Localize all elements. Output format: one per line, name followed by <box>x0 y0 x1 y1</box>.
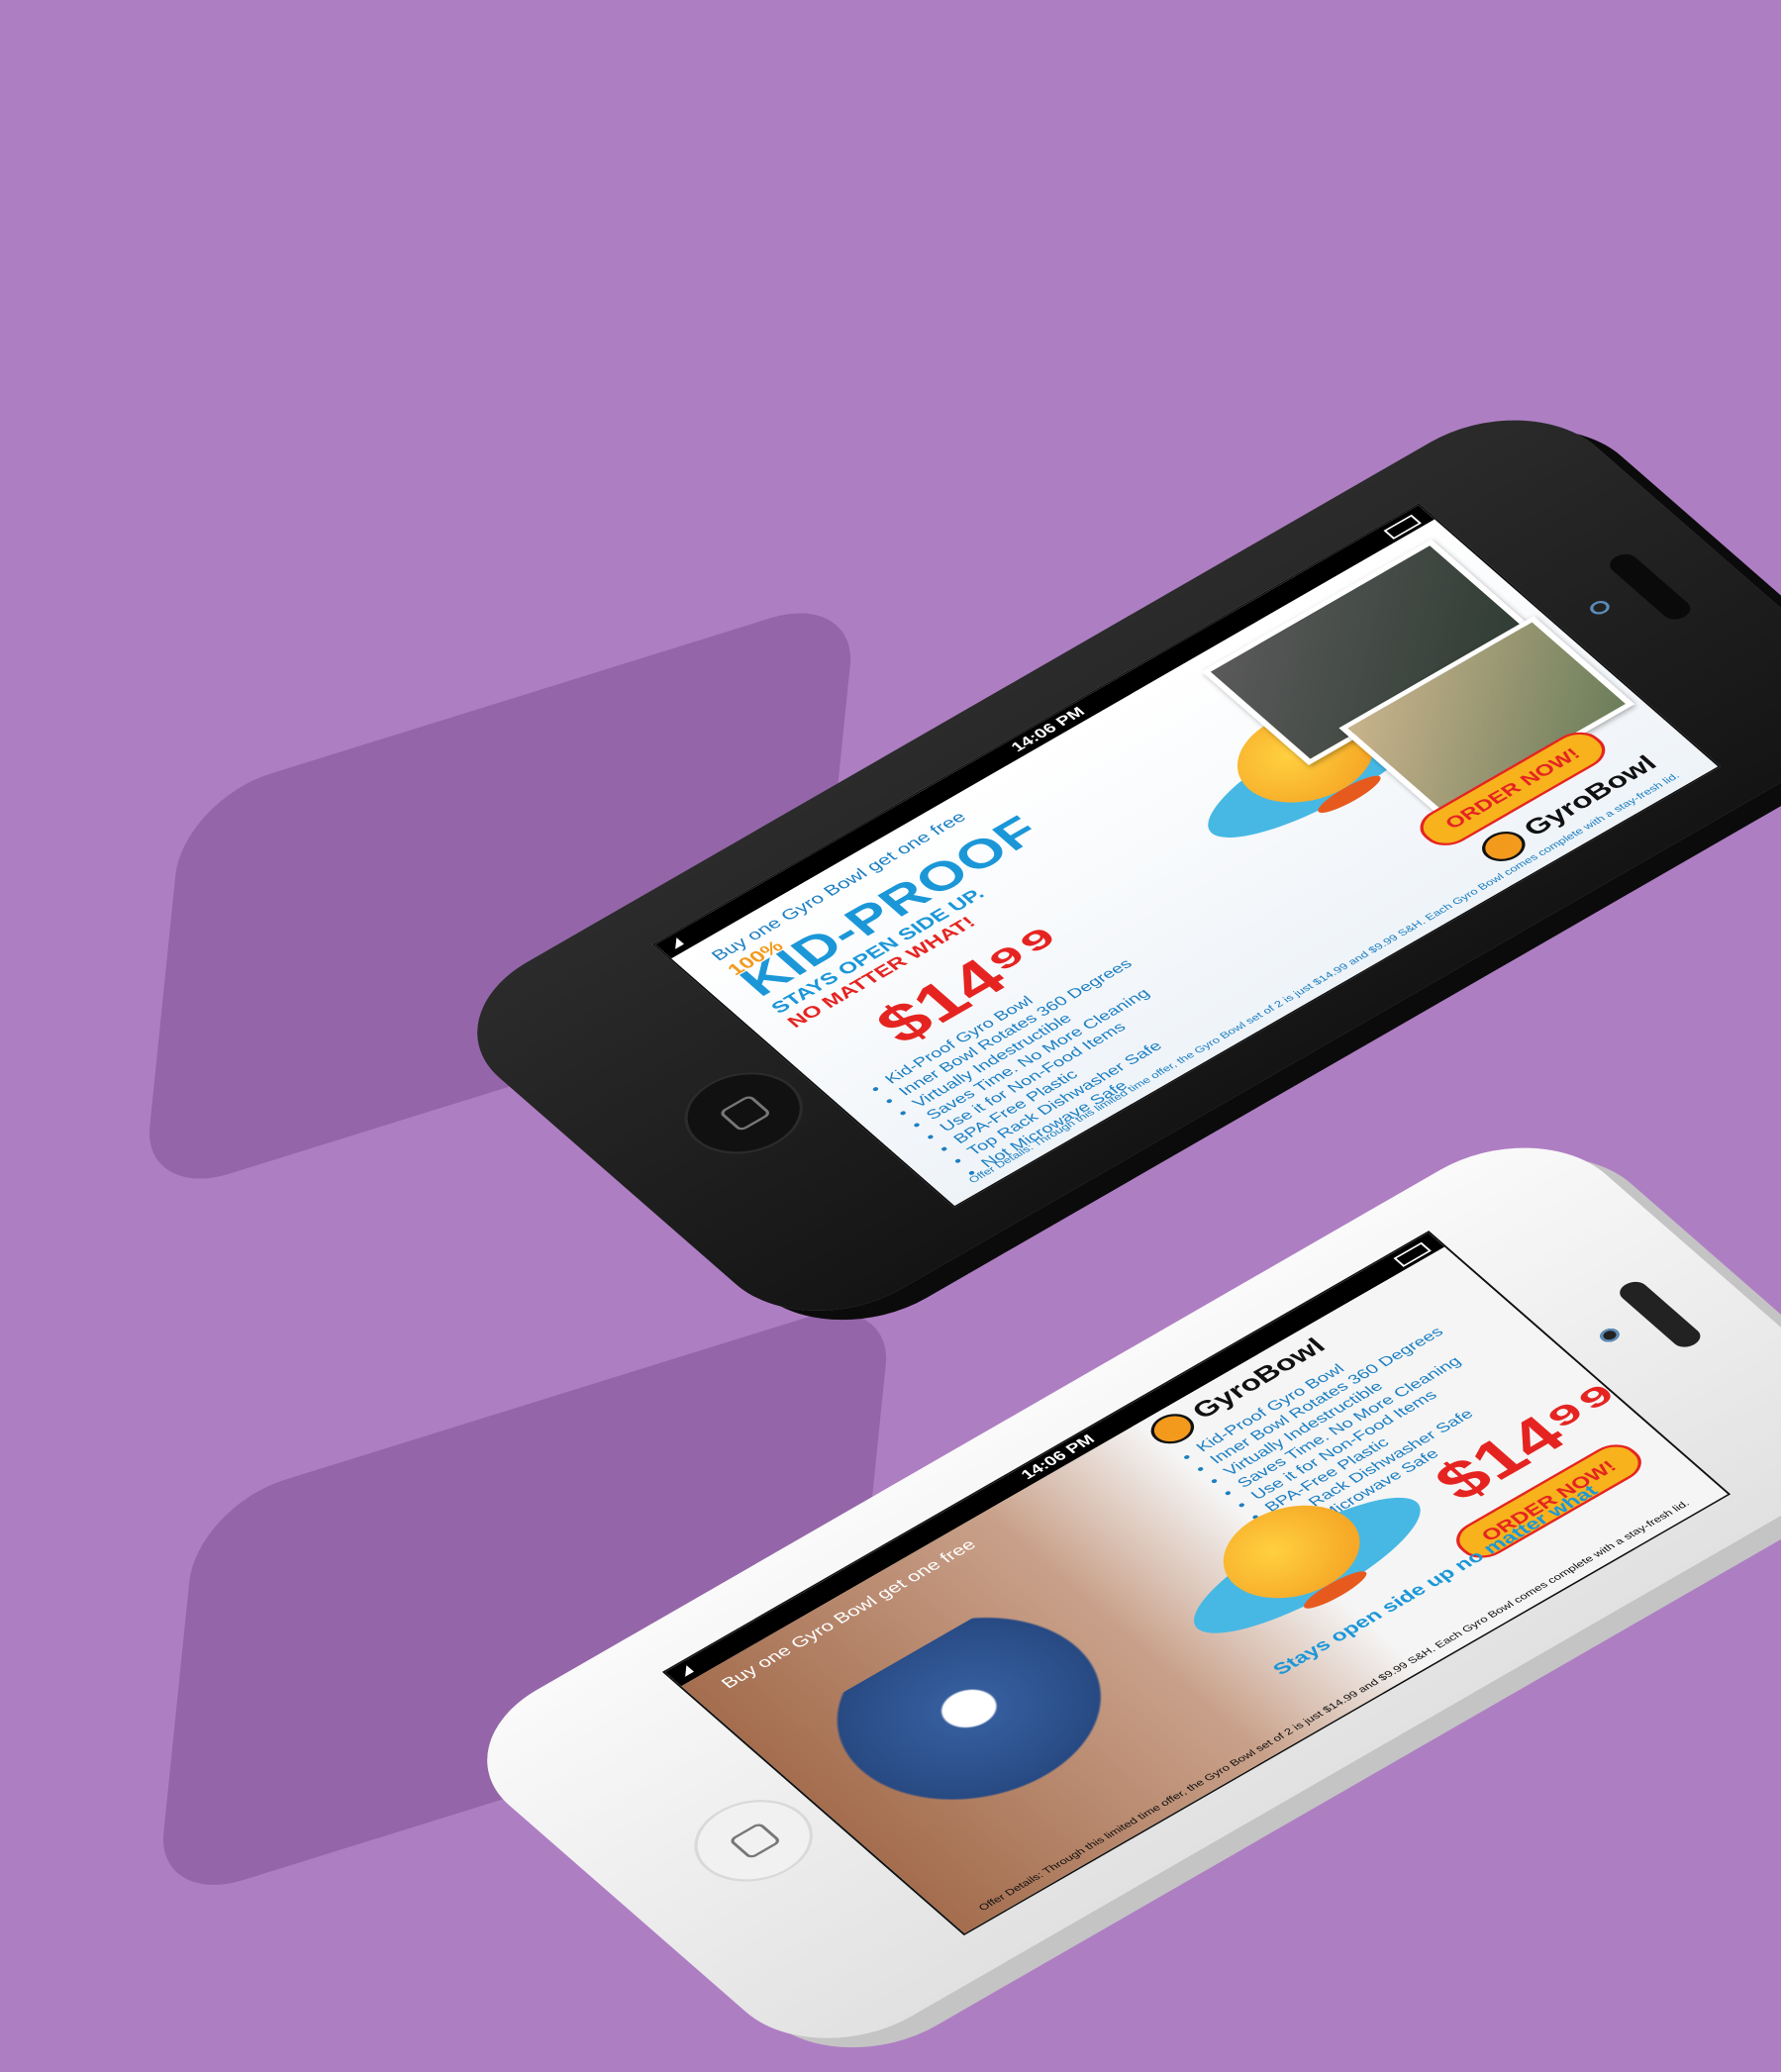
signal-icon <box>668 937 684 949</box>
product-mockup-scene: 14:06 PM Buy one Gyro Bowl get one free … <box>0 0 1781 1980</box>
speaker-grille <box>1605 550 1696 624</box>
signal-icon <box>678 1665 694 1677</box>
speaker-grille <box>1615 1278 1706 1351</box>
camera-icon <box>1586 598 1613 617</box>
camera-icon <box>1596 1326 1623 1344</box>
phone-screen: 14:06 PM Buy one Gyro Bowl get one free … <box>652 503 1721 1208</box>
